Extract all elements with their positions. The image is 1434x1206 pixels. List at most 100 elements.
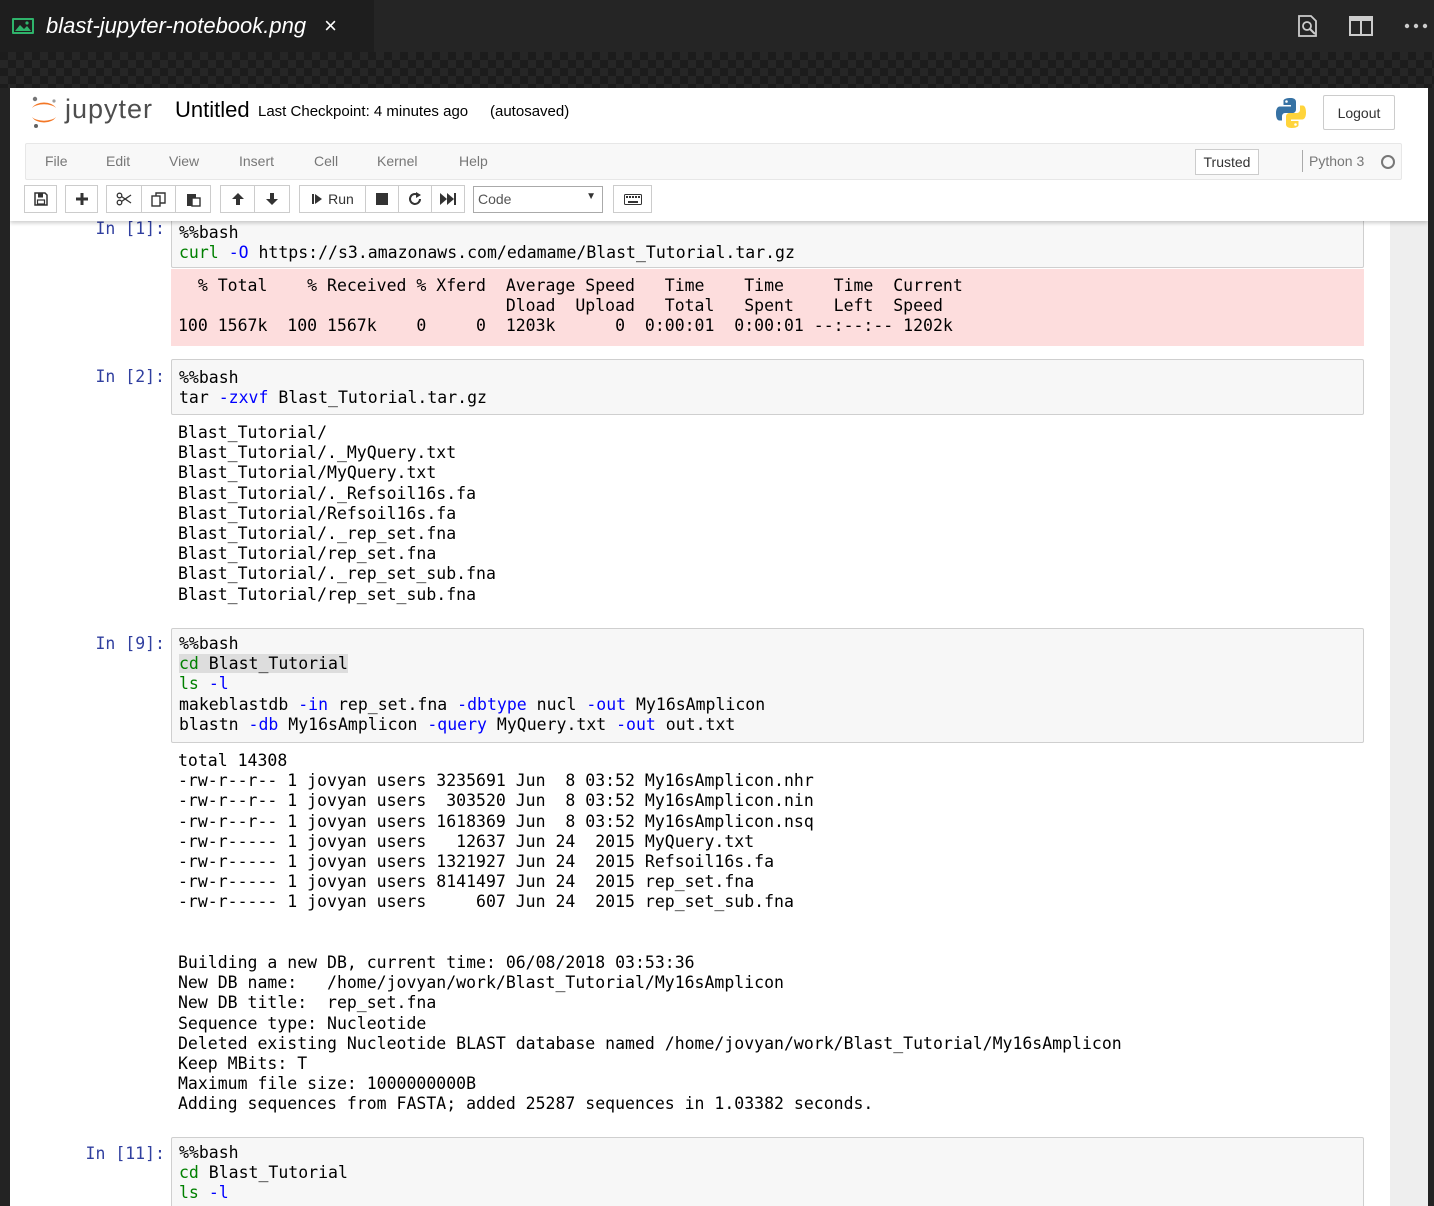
stderr-text: % Total % Received % Xferd Average Speed…: [178, 276, 963, 337]
code-line: makeblastdb -in rep_set.fna -dbtype nucl…: [179, 695, 765, 715]
output-line: % Total % Received % Xferd Average Speed…: [178, 276, 963, 295]
output-line: Blast_Tutorial/: [178, 423, 328, 442]
paste-button[interactable]: [175, 185, 211, 213]
interrupt-button[interactable]: [365, 185, 399, 213]
code-line: cd Blast_Tutorial: [179, 654, 765, 674]
code-text: %%bash curl -O https://s3.amazonaws.com/e…: [179, 223, 795, 263]
close-icon[interactable]: ×: [324, 13, 337, 39]
code-token: -O: [228, 243, 249, 263]
move-up-button[interactable]: [220, 185, 255, 213]
insert-cell-button[interactable]: [65, 185, 98, 213]
output-line: -rw-r----- 1 jovyan users 12637 Jun 24 2…: [178, 831, 755, 851]
output-line: total 14308: [178, 751, 288, 770]
cell-type-select[interactable]: Code ▼: [473, 186, 603, 213]
output-line: Blast_Tutorial/._Refsoil16s.fa: [178, 483, 477, 503]
kernel-name[interactable]: Python 3: [1309, 153, 1364, 169]
output-line: Blast_Tutorial/rep_set.fna: [178, 544, 437, 564]
code-token: https://s3.amazonaws.com/edamame/Blast_T…: [248, 243, 795, 263]
jupyter-header: jupyter Untitled Last Checkpoint: 4 minu…: [10, 88, 1428, 221]
transparency-background: [0, 52, 1434, 88]
restart-button[interactable]: [398, 185, 432, 213]
jupyter-window: jupyter Untitled Last Checkpoint: 4 minu…: [10, 88, 1428, 1206]
notebook-side-gutter: [1390, 221, 1428, 1206]
output-line: Blast_Tutorial/Refsoil16s.fa: [178, 503, 457, 523]
open-changes-icon[interactable]: [1294, 12, 1322, 40]
output-line: -rw-r----- 1 jovyan users 1321927 Jun 24…: [178, 852, 775, 872]
output-line: Blast_Tutorial/._rep_set.fna: [178, 524, 457, 544]
output-line: Blast_Tutorial/._rep_set_sub.fna: [178, 564, 496, 584]
run-button-label: Run: [328, 191, 354, 207]
jupyter-logo-icon[interactable]: [28, 94, 60, 130]
logout-button[interactable]: Logout: [1323, 95, 1395, 130]
code-token: -l: [208, 674, 229, 694]
run-button[interactable]: Run: [299, 185, 366, 213]
output-line: -rw-r--r-- 1 jovyan users 3235691 Jun 8 …: [178, 771, 814, 791]
refresh-icon: [409, 192, 421, 205]
editor-tab[interactable]: blast-jupyter-notebook.png ×: [0, 0, 374, 52]
code-cell-input[interactable]: %%bash tar -zxvf Blast_Tutorial.tar.gz: [171, 359, 1364, 415]
menu-cell[interactable]: Cell: [314, 153, 338, 169]
output-line: -rw-r----- 1 jovyan users 8141497 Jun 24…: [178, 872, 755, 892]
output-line: Sequence type: Nucleotide: [178, 1013, 427, 1033]
save-button[interactable]: [24, 185, 57, 213]
code-token: My16sAmplicon: [626, 694, 766, 714]
code-token: Blast_Tutorial: [198, 654, 348, 674]
menu-help[interactable]: Help: [459, 153, 488, 169]
paste-icon: [186, 193, 201, 207]
autosave-status: (autosaved): [490, 103, 570, 120]
stderr-output: % Total % Received % Xferd Average Speed…: [171, 269, 1364, 346]
code-token: -in: [298, 694, 329, 714]
code-token: -out: [616, 714, 656, 734]
output-line: Maximum file size: 1000000000B: [178, 1074, 477, 1094]
notebook-title[interactable]: Untitled: [175, 97, 250, 123]
code-token: nucl: [526, 694, 587, 714]
output-line: New DB title: rep_set.fna: [178, 993, 437, 1013]
kernel-separator: [1302, 150, 1303, 172]
code-token: ls: [179, 1183, 199, 1203]
trusted-button[interactable]: Trusted: [1195, 149, 1259, 175]
output-line: Keep MBits: T: [178, 1054, 308, 1074]
code-token: %%bash: [179, 223, 239, 242]
code-line: %%bash: [179, 368, 487, 388]
save-icon: [33, 192, 48, 206]
cut-button[interactable]: [106, 185, 142, 213]
plus-icon: [75, 193, 88, 205]
code-token: %%bash: [179, 1143, 239, 1162]
more-actions-icon[interactable]: [1402, 12, 1430, 40]
code-cell-input[interactable]: %%bash curl -O https://s3.amazonaws.com/e…: [171, 221, 1364, 268]
move-down-button[interactable]: [254, 185, 290, 213]
menu-bar: File Edit View Insert Cell Kernel Help T…: [25, 143, 1402, 180]
menu-edit[interactable]: Edit: [106, 153, 130, 169]
code-token: ls: [179, 674, 199, 694]
menu-insert[interactable]: Insert: [239, 153, 274, 169]
restart-run-all-button[interactable]: [431, 185, 465, 213]
code-line: curl -O https://s3.amazonaws.com/edamame…: [179, 243, 795, 263]
menu-view[interactable]: View: [169, 153, 199, 169]
output-line: Adding sequences from FASTA; added 25287…: [178, 1094, 874, 1114]
menu-file[interactable]: File: [45, 153, 68, 169]
code-token: -out: [586, 694, 627, 714]
checkpoint-status: Last Checkpoint: 4 minutes ago: [258, 103, 469, 120]
command-palette-button[interactable]: [613, 185, 652, 213]
code-line: blastn -db My16sAmplicon -query MyQuery.…: [179, 715, 765, 735]
split-editor-icon[interactable]: [1347, 12, 1375, 40]
copy-button[interactable]: [141, 185, 176, 213]
code-token: %%bash: [179, 634, 239, 653]
code-line: %%bash: [179, 223, 795, 243]
menu-kernel[interactable]: Kernel: [377, 153, 417, 169]
code-token: makeblastdb: [179, 694, 299, 714]
kernel-idle-indicator: [1381, 155, 1395, 169]
code-cell-input[interactable]: %%bash cd Blast_Tutorial ls -l makeblastdb …: [171, 628, 1364, 743]
jupyter-logo-text: jupyter: [65, 94, 154, 124]
cell-prompt: In [2]:: [95, 367, 165, 386]
code-token: blastn: [179, 714, 249, 734]
editor-tab-bar: blast-jupyter-notebook.png ×: [0, 0, 1434, 52]
code-token: -l: [208, 1183, 229, 1203]
cell-type-value: Code: [478, 191, 512, 207]
code-token: My16sAmplicon: [278, 714, 428, 734]
code-token: MyQuery.txt: [486, 714, 617, 734]
code-cell-input[interactable]: %%bash cd Blast_Tutorial ls -l: [171, 1137, 1364, 1206]
